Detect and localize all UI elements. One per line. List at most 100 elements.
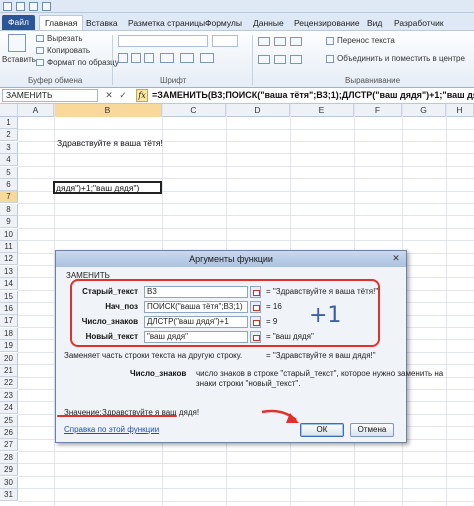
wrap-text-button[interactable]: Перенос текста <box>337 36 395 45</box>
ribbon-tabs: Файл Главная Вставка Разметка страницы Ф… <box>0 13 474 30</box>
insert-function-button[interactable]: fx <box>136 89 148 102</box>
formula-input[interactable]: =ЗАМЕНИТЬ(B3;ПОИСК("ваша тётя";B3;1);ДЛС… <box>152 90 474 100</box>
grid-line <box>18 178 474 180</box>
grid-line <box>446 104 447 506</box>
cell-b3[interactable]: Здравствуйте я ваша тётя! <box>57 138 163 148</box>
font-name-combo[interactable] <box>118 35 208 47</box>
tab-file[interactable]: Файл <box>2 15 35 30</box>
function-description: Заменяет часть строки текста на другую с… <box>64 351 243 360</box>
arg-help-label: Число_знаков <box>130 369 187 378</box>
paste-button[interactable]: Вставить <box>2 55 36 64</box>
align-right-icon[interactable] <box>290 55 302 64</box>
grid-line <box>18 450 474 452</box>
formula-bar: ЗАМЕНИТЬ ✕ ✓ fx =ЗАМЕНИТЬ(B3;ПОИСК("ваша… <box>0 88 474 104</box>
column-header[interactable]: G <box>402 104 446 117</box>
row-header[interactable]: 16 <box>0 303 18 315</box>
help-link[interactable]: Справка по этой функции <box>64 425 159 434</box>
row-header[interactable]: 17 <box>0 315 18 328</box>
row-header[interactable]: 18 <box>0 327 18 340</box>
clipboard-group-label: Буфер обмена <box>28 76 83 85</box>
close-icon[interactable]: ✕ <box>389 253 403 264</box>
row-header[interactable]: 11 <box>0 241 18 253</box>
row-header[interactable]: 24 <box>0 402 18 415</box>
column-header[interactable]: H <box>446 104 474 117</box>
row-header[interactable]: 6 <box>0 179 18 191</box>
copy-button[interactable]: Копировать <box>47 46 90 55</box>
underline-icon[interactable] <box>144 53 154 63</box>
tab-review[interactable]: Рецензирование <box>294 16 360 30</box>
wrap-text-icon <box>326 37 334 45</box>
excel-logo-icon <box>3 2 12 11</box>
align-left-icon[interactable] <box>258 55 270 64</box>
column-header[interactable]: B <box>54 104 162 117</box>
paste-icon[interactable] <box>8 34 26 52</box>
grid-line <box>18 165 474 167</box>
cut-button[interactable]: Вырезать <box>47 34 83 43</box>
row-header[interactable]: 26 <box>0 427 18 439</box>
font-color-icon[interactable] <box>200 53 214 63</box>
align-center-icon[interactable] <box>274 55 286 64</box>
cancel-icon[interactable]: ✕ <box>104 90 114 101</box>
cell-b7[interactable]: дядя")+1;"ваш дядя") <box>56 183 139 193</box>
column-header[interactable]: C <box>162 104 226 117</box>
align-middle-icon[interactable] <box>274 37 286 46</box>
row-header[interactable]: 29 <box>0 464 18 477</box>
font-size-combo[interactable] <box>212 35 238 47</box>
row-header[interactable]: 25 <box>0 414 18 427</box>
select-all-corner[interactable] <box>0 104 18 117</box>
tab-insert[interactable]: Вставка <box>86 16 118 30</box>
format-painter-icon <box>36 59 44 66</box>
row-header[interactable]: 30 <box>0 476 18 489</box>
arg-help-line2: знаки строки "новый_текст". <box>196 379 301 388</box>
tab-data[interactable]: Данные <box>253 16 284 30</box>
italic-icon[interactable] <box>131 53 141 63</box>
row-header[interactable]: 27 <box>0 439 18 452</box>
column-header[interactable]: D <box>226 104 290 117</box>
save-icon[interactable] <box>16 2 25 11</box>
column-header[interactable]: A <box>18 104 54 117</box>
tab-page-layout[interactable]: Разметка страницы <box>128 16 205 30</box>
tab-developer[interactable]: Разработчик <box>394 16 444 30</box>
row-header[interactable]: 13 <box>0 265 18 278</box>
row-header[interactable]: 28 <box>0 451 18 464</box>
row-header[interactable]: 1 <box>0 117 18 129</box>
row-header[interactable]: 23 <box>0 389 18 402</box>
fill-color-icon[interactable] <box>180 53 194 63</box>
row-header[interactable]: 15 <box>0 290 18 303</box>
align-top-icon[interactable] <box>258 37 270 46</box>
row-header[interactable]: 22 <box>0 377 18 390</box>
row-header[interactable]: 4 <box>0 154 18 167</box>
bold-icon[interactable] <box>118 53 128 63</box>
ok-button[interactable]: ОК <box>300 423 344 437</box>
row-header[interactable]: 19 <box>0 340 18 353</box>
format-painter-button[interactable]: Формат по образцу <box>47 58 119 67</box>
cancel-button[interactable]: Отмена <box>350 423 394 437</box>
row-header[interactable]: 31 <box>0 489 18 501</box>
row-header[interactable]: 12 <box>0 253 18 266</box>
scissors-icon <box>36 35 44 42</box>
enter-icon[interactable]: ✓ <box>118 90 128 101</box>
column-header[interactable]: E <box>290 104 354 117</box>
column-header[interactable]: F <box>354 104 402 117</box>
row-header[interactable]: 9 <box>0 216 18 229</box>
quick-access-toolbar <box>0 0 474 13</box>
row-header[interactable]: 10 <box>0 228 18 241</box>
align-bottom-icon[interactable] <box>290 37 302 46</box>
row-header[interactable]: 21 <box>0 365 18 377</box>
tab-home[interactable]: Главная <box>39 15 84 30</box>
undo-icon[interactable] <box>29 2 38 11</box>
name-box[interactable]: ЗАМЕНИТЬ <box>2 89 98 102</box>
row-header[interactable]: 5 <box>0 166 18 179</box>
grid-line <box>18 128 474 130</box>
tab-view[interactable]: Вид <box>367 16 382 30</box>
borders-icon[interactable] <box>160 53 174 63</box>
tab-formulas[interactable]: Формулы <box>205 16 242 30</box>
row-header[interactable]: 7 <box>0 191 18 204</box>
row-header[interactable]: 8 <box>0 203 18 216</box>
merge-center-button[interactable]: Объединить и поместить в центре <box>337 54 465 63</box>
redo-icon[interactable] <box>42 2 51 11</box>
row-header[interactable]: 3 <box>0 141 18 154</box>
row-header[interactable]: 14 <box>0 278 18 291</box>
row-header[interactable]: 20 <box>0 352 18 365</box>
row-header[interactable]: 2 <box>0 129 18 142</box>
